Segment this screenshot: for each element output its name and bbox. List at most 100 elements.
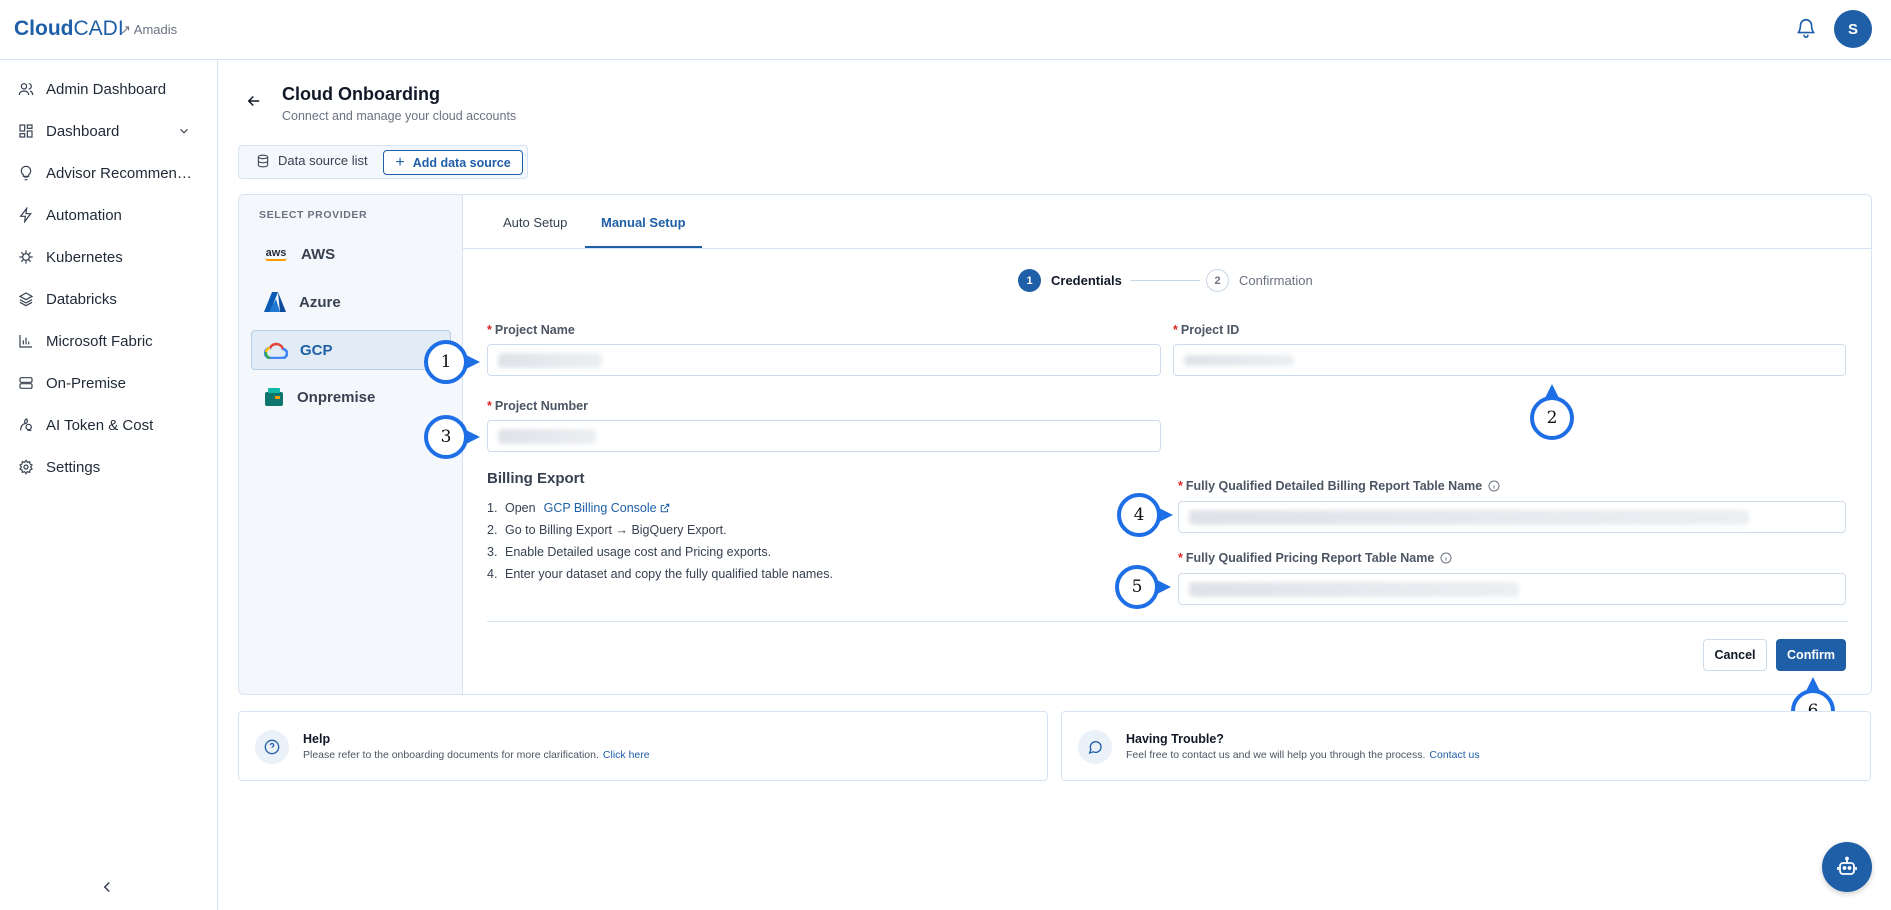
provider-name: Azure — [299, 293, 341, 311]
sidebar-item-label: AI Token & Cost — [46, 416, 154, 434]
project-number-label: * Project Number — [487, 399, 588, 413]
gcp-logo-icon — [264, 342, 288, 359]
sidebar-item-label: Dashboard — [46, 122, 120, 140]
sidebar: Admin Dashboard Dashboard Advisor Recomm… — [0, 60, 218, 910]
help-text: Please refer to the onboarding documents… — [303, 749, 650, 761]
sidebar-item-label: Advisor Recommend... — [46, 164, 196, 182]
project-id-label: * Project ID — [1173, 323, 1240, 337]
provider-onpremise[interactable]: Onpremise — [251, 377, 451, 417]
sidebar-item-on-premise[interactable]: On-Premise — [0, 363, 217, 403]
sidebar-item-microsoft-fabric[interactable]: Microsoft Fabric — [0, 321, 217, 361]
sidebar-item-dashboard[interactable]: Dashboard — [0, 111, 217, 151]
page-subtitle: Connect and manage your cloud accounts — [282, 109, 517, 123]
form-divider — [487, 621, 1848, 622]
cancel-button[interactable]: Cancel — [1703, 639, 1767, 671]
user-avatar[interactable]: S — [1834, 10, 1872, 48]
trouble-card: Having Trouble? Feel free to contact us … — [1061, 711, 1871, 781]
info-icon[interactable] — [1488, 480, 1500, 492]
page-title: Cloud Onboarding — [282, 84, 440, 104]
provider-azure[interactable]: Azure — [251, 282, 451, 322]
sidebar-item-ai-token-cost[interactable]: AI Token & Cost — [0, 405, 217, 445]
provider-name: Onpremise — [297, 388, 376, 406]
sidebar-item-label: Settings — [46, 458, 101, 476]
contact-link[interactable]: Contact us — [1429, 749, 1479, 761]
step-number: 2 — [1206, 269, 1229, 292]
confirm-button[interactable]: Confirm — [1776, 639, 1846, 671]
provider-name: AWS — [301, 245, 336, 263]
sidebar-item-databricks[interactable]: Databricks — [0, 279, 217, 319]
list-item: 4. Enter your dataset and copy the fully … — [487, 567, 833, 581]
pricing-report-label: * Fully Qualified Pricing Report Table Na… — [1178, 551, 1452, 565]
help-title: Help — [303, 732, 331, 746]
provider-name: GCP — [300, 341, 333, 359]
bell-icon[interactable] — [1795, 16, 1817, 40]
users-icon — [18, 81, 34, 97]
annotation-arrow — [466, 355, 480, 369]
step-credentials: 1 Credentials — [1018, 269, 1122, 292]
collapse-sidebar-icon[interactable] — [98, 878, 116, 896]
project-name-input[interactable] — [487, 344, 1161, 376]
gear-icon — [18, 459, 34, 475]
annotation-arrow — [1157, 580, 1171, 594]
back-arrow-icon[interactable] — [245, 92, 263, 110]
info-icon[interactable] — [1440, 552, 1452, 564]
layers-icon — [18, 291, 34, 307]
plus-icon: + — [395, 153, 405, 171]
gcp-billing-console-link[interactable]: GCP Billing Console — [544, 501, 670, 515]
external-link-icon — [660, 503, 669, 513]
tab-auto-setup[interactable]: Auto Setup — [503, 215, 567, 246]
app-logo[interactable]: CloudCADI — [14, 17, 124, 41]
chatbot-button[interactable] — [1822, 842, 1872, 892]
robot-icon — [1837, 856, 1857, 875]
detailed-billing-label: * Fully Qualified Detailed Billing Report… — [1178, 479, 1500, 493]
chevron-down-icon[interactable] — [177, 124, 191, 138]
annotation-arrow — [466, 430, 480, 444]
trouble-title: Having Trouble? — [1126, 732, 1224, 746]
step-label: Credentials — [1051, 273, 1122, 288]
annotation-marker-2: 2 — [1530, 396, 1574, 440]
annotation-marker-4: 4 — [1117, 493, 1161, 537]
sidebar-item-label: Automation — [46, 206, 122, 224]
aws-logo-icon: aws — [265, 246, 287, 261]
bar-chart-icon — [18, 333, 34, 349]
annotation-marker-1: 1 — [424, 340, 468, 384]
pricing-report-input[interactable] — [1178, 573, 1846, 605]
add-data-source-button[interactable]: + Add data source — [383, 150, 523, 175]
server-icon — [18, 375, 34, 391]
sidebar-item-automation[interactable]: Automation — [0, 195, 217, 235]
sidebar-item-label: On-Premise — [46, 374, 127, 392]
detailed-billing-input[interactable] — [1178, 501, 1846, 533]
list-item: 1. Open GCP Billing Console — [487, 497, 833, 519]
top-bar: CloudCADI ↗ Amadis S — [0, 0, 1891, 60]
provider-aws[interactable]: aws AWS — [251, 234, 451, 274]
list-item: 2. Go to Billing Export → BigQuery Export… — [487, 523, 727, 537]
sidebar-item-advisor[interactable]: Advisor Recommend... — [0, 153, 217, 193]
step-connector — [1130, 280, 1200, 281]
database-icon — [257, 154, 269, 167]
sidebar-item-settings[interactable]: Settings — [0, 447, 217, 487]
tab-manual-setup[interactable]: Manual Setup — [585, 215, 702, 248]
data-source-list-button[interactable]: Data source list — [256, 153, 368, 168]
setup-tabs: Auto Setup Manual Setup — [463, 195, 1871, 249]
annotation-marker-3: 3 — [424, 415, 468, 459]
annotation-marker-5: 5 — [1115, 565, 1159, 609]
annotation-arrow — [1159, 508, 1173, 522]
project-id-input[interactable] — [1173, 344, 1846, 376]
sidebar-item-kubernetes[interactable]: Kubernetes — [0, 237, 217, 277]
project-number-input[interactable] — [487, 420, 1161, 452]
step-number: 1 — [1018, 269, 1041, 292]
billing-instructions: 1. Open GCP Billing Console 2. Go to Billin… — [487, 497, 833, 585]
sidebar-item-label: Microsoft Fabric — [46, 332, 153, 350]
step-label: Confirmation — [1239, 273, 1313, 288]
org-name[interactable]: ↗ Amadis — [120, 22, 177, 38]
bolt-icon — [18, 207, 34, 223]
ai-icon — [18, 417, 34, 433]
step-confirmation: 2 Confirmation — [1206, 269, 1313, 292]
azure-logo-icon — [264, 292, 286, 312]
help-link[interactable]: Click here — [603, 749, 650, 761]
sidebar-item-admin-dashboard[interactable]: Admin Dashboard — [0, 69, 217, 109]
trouble-text: Feel free to contact us and we will help… — [1126, 749, 1480, 761]
provider-heading: SELECT PROVIDER — [259, 209, 368, 221]
sidebar-item-label: Databricks — [46, 290, 117, 308]
provider-gcp[interactable]: GCP — [251, 330, 451, 370]
